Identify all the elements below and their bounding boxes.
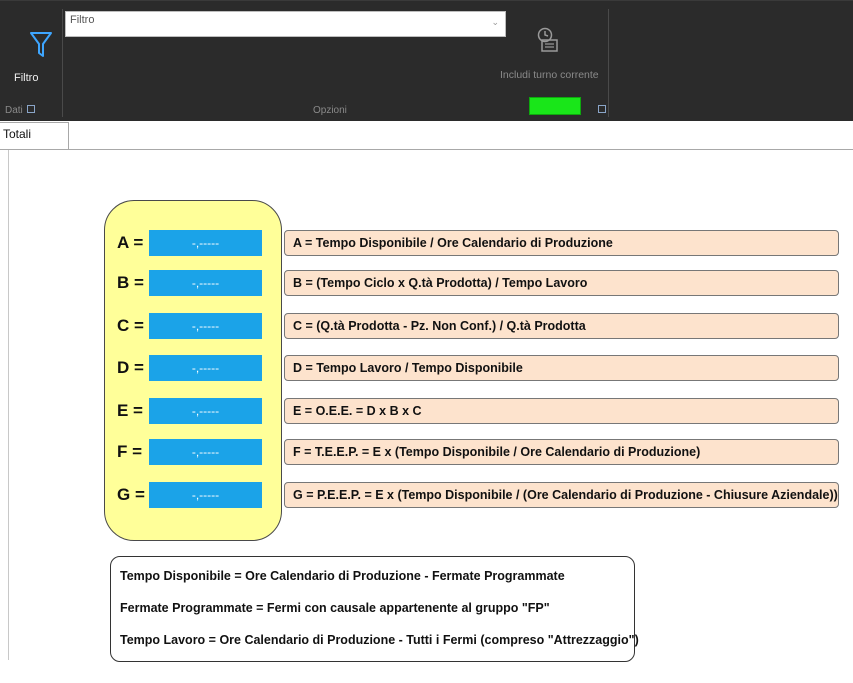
- kpi-value-field: -,-----: [149, 313, 262, 339]
- kpi-value-field: -,-----: [149, 398, 262, 424]
- include-shift-label: Includi turno corrente: [500, 69, 599, 81]
- kpi-key: C =: [117, 316, 144, 335]
- status-indicator: [529, 97, 581, 115]
- group-label-opzioni: Opzioni: [313, 105, 347, 116]
- group-label-dati: Dati: [5, 105, 23, 116]
- kpi-key: E =: [117, 401, 143, 420]
- filter-select-value: Filtro: [70, 14, 95, 26]
- filter-funnel-icon: [30, 32, 52, 57]
- tab-label: Totali: [3, 127, 32, 141]
- divider: [8, 150, 9, 660]
- kpi-row-g: G = -,-----: [117, 482, 262, 508]
- dialog-launcher-icon[interactable]: [598, 105, 606, 113]
- include-shift-icon[interactable]: [536, 27, 560, 58]
- formula-e: E = O.E.E. = D x B x C: [284, 398, 839, 424]
- kpi-value-field: -,-----: [149, 355, 262, 381]
- kpi-key: F =: [117, 442, 143, 461]
- kpi-row-a: A = -,-----: [117, 230, 262, 256]
- ribbon-separator: [608, 9, 609, 117]
- kpi-row-e: E = -,-----: [117, 398, 262, 424]
- formula-c: C = (Q.tà Prodotta - Pz. Non Conf.) / Q.…: [284, 313, 839, 339]
- filter-button-label: Filtro: [14, 72, 39, 84]
- dialog-launcher-icon[interactable]: [27, 105, 35, 113]
- kpi-key: A =: [117, 233, 144, 252]
- kpi-value-field: -,-----: [149, 230, 262, 256]
- formula-b: B = (Tempo Ciclo x Q.tà Prodotta) / Temp…: [284, 270, 839, 296]
- formula-g: G = P.E.E.P. = E x (Tempo Disponibile / …: [284, 482, 839, 508]
- ribbon-separator: [62, 9, 63, 117]
- tab-strip: Totali: [0, 121, 853, 150]
- kpi-row-c: C = -,-----: [117, 313, 262, 339]
- kpi-row-b: B = -,-----: [117, 270, 262, 296]
- kpi-row-d: D = -,-----: [117, 355, 262, 381]
- kpi-key: G =: [117, 485, 145, 504]
- ribbon: Filtro Filtro ⌄ Includi turno corrente D…: [0, 0, 853, 122]
- filter-button[interactable]: Filtro: [6, 25, 58, 87]
- definition-line: Tempo Lavoro = Ore Calendario di Produzi…: [120, 633, 639, 647]
- kpi-key: D =: [117, 358, 144, 377]
- kpi-value-field: -,-----: [149, 270, 262, 296]
- definitions-box: Tempo Disponibile = Ore Calendario di Pr…: [110, 556, 639, 662]
- formula-f: F = T.E.E.P. = E x (Tempo Disponibile / …: [284, 439, 839, 465]
- chevron-down-icon: ⌄: [491, 17, 499, 27]
- formula-d: D = Tempo Lavoro / Tempo Disponibile: [284, 355, 839, 381]
- kpi-value-field: -,-----: [149, 439, 262, 465]
- filter-select[interactable]: Filtro ⌄: [65, 11, 506, 37]
- kpi-value-field: -,-----: [149, 482, 262, 508]
- tab-totali[interactable]: Totali: [0, 122, 69, 149]
- definition-line: Fermate Programmate = Fermi con causale …: [120, 601, 550, 615]
- definition-line: Tempo Disponibile = Ore Calendario di Pr…: [120, 569, 565, 583]
- formula-a: A = Tempo Disponibile / Ore Calendario d…: [284, 230, 839, 256]
- kpi-key: B =: [117, 273, 144, 292]
- kpi-row-f: F = -,-----: [117, 439, 262, 465]
